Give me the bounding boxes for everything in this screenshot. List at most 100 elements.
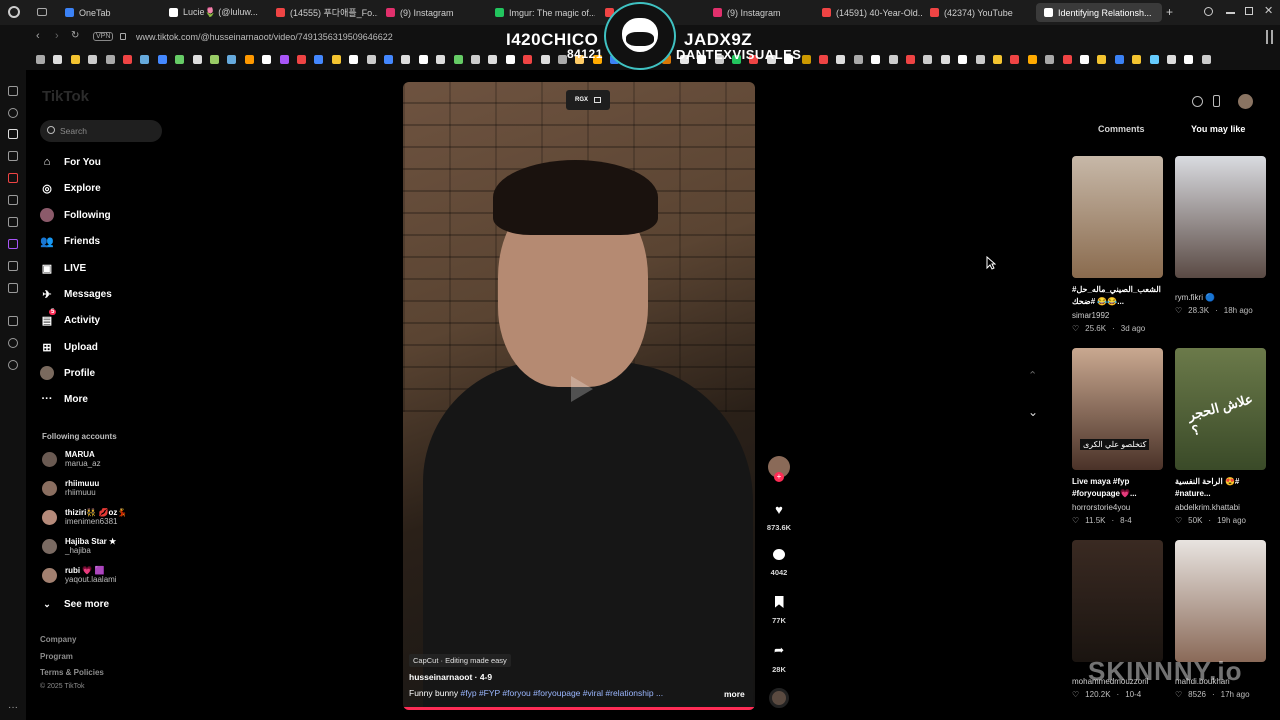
opera-logo-icon[interactable] bbox=[8, 6, 20, 18]
sidebar-home-icon[interactable] bbox=[8, 86, 18, 96]
video-author[interactable]: husseinarnaoot · 4-9 bbox=[409, 672, 492, 682]
footer-link[interactable]: Terms & Policies bbox=[40, 668, 104, 677]
bookmark-icon[interactable] bbox=[505, 55, 515, 64]
sidebar-item-upload[interactable]: ⊞ Upload bbox=[40, 340, 98, 354]
bookmark-icon[interactable] bbox=[1097, 55, 1107, 64]
bookmark-icon[interactable] bbox=[384, 55, 393, 64]
browser-tab[interactable]: (14591) 40-Year-Old... bbox=[814, 3, 922, 22]
bookmark-icon[interactable] bbox=[53, 55, 63, 64]
user-avatar[interactable] bbox=[1238, 94, 1253, 109]
video-player[interactable] bbox=[403, 82, 755, 710]
bookmark-icon[interactable] bbox=[140, 55, 150, 64]
tab-list-icon[interactable] bbox=[37, 8, 47, 16]
bookmark-icon[interactable] bbox=[1184, 55, 1194, 64]
bookmark-icon[interactable] bbox=[853, 55, 863, 64]
bookmark-icon[interactable] bbox=[1149, 55, 1159, 64]
bookmark-icon[interactable] bbox=[888, 55, 898, 64]
following-account[interactable]: thiziri👯 💋oz💃 imenimen6381 bbox=[42, 508, 127, 526]
reload-icon[interactable]: ↻ bbox=[71, 30, 79, 41]
sidebar-item-explore[interactable]: ◎ Explore bbox=[40, 181, 101, 195]
browser-tab[interactable]: Lucie🌷 (@luluw... bbox=[161, 3, 261, 22]
footer-link[interactable]: Company bbox=[40, 635, 76, 644]
bookmark-icon[interactable] bbox=[1027, 55, 1037, 64]
bookmark-icon[interactable] bbox=[488, 55, 498, 64]
bookmark-icon[interactable] bbox=[123, 55, 132, 64]
browser-tab[interactable]: (9) Instagram bbox=[705, 3, 807, 22]
bookmark-icon[interactable] bbox=[1045, 55, 1055, 64]
sidebar-tiktok-icon[interactable] bbox=[8, 129, 18, 139]
suggested-video-card[interactable]: كتخلصو علي الكرى Live maya #fyp #foryoupa… bbox=[1072, 348, 1163, 525]
bookmark-icon[interactable] bbox=[157, 55, 167, 64]
music-disc-icon[interactable] bbox=[769, 688, 789, 708]
compass-icon[interactable] bbox=[1192, 96, 1203, 107]
following-account[interactable]: rhiimuuu rhiimuuu bbox=[42, 479, 99, 497]
bookmark-icon[interactable] bbox=[227, 55, 237, 64]
bookmark-icon[interactable] bbox=[349, 55, 359, 64]
browser-tab[interactable]: OneTab bbox=[57, 3, 147, 22]
sidebar-item-more[interactable]: ··· More bbox=[40, 392, 88, 406]
bookmark-icon[interactable] bbox=[331, 55, 341, 64]
play-icon[interactable] bbox=[563, 372, 597, 406]
browser-tab[interactable]: Imgur: The magic of... bbox=[487, 3, 595, 22]
bookmark-icon[interactable] bbox=[1062, 55, 1072, 64]
browser-tab[interactable]: (14555) 푸다애플_Fo... bbox=[268, 3, 378, 22]
bookmark-icon[interactable] bbox=[88, 55, 98, 64]
bookmark-icon[interactable] bbox=[418, 55, 428, 64]
restore-icon[interactable] bbox=[1245, 7, 1253, 15]
following-account[interactable]: Hajiba Star ★ _hajiba bbox=[42, 537, 116, 555]
video-thumbnail[interactable] bbox=[1072, 156, 1163, 278]
video-top-badge[interactable]: RGX bbox=[566, 90, 610, 110]
comment-action[interactable]: 4042 bbox=[767, 549, 791, 577]
bookmark-icon[interactable] bbox=[1114, 55, 1124, 64]
card-username[interactable]: simar1992 bbox=[1072, 311, 1163, 320]
bookmark-icon[interactable] bbox=[871, 55, 881, 64]
bookmark-icon[interactable] bbox=[1167, 55, 1176, 64]
bookmark-icon[interactable] bbox=[70, 55, 80, 64]
progress-bar[interactable] bbox=[403, 707, 755, 710]
menu-icon[interactable] bbox=[1266, 30, 1273, 44]
sidebar-doc-icon[interactable] bbox=[8, 195, 18, 205]
bookmark-icon[interactable] bbox=[436, 55, 446, 64]
tiktok-logo[interactable]: TikTok bbox=[42, 88, 89, 105]
card-username[interactable]: rym.fikri 🔵 bbox=[1175, 293, 1266, 302]
hashtags[interactable]: #fyp #FYP #foryou #foryoupage #viral #re… bbox=[461, 688, 664, 698]
save-action[interactable]: 77K bbox=[767, 596, 791, 625]
bookmark-icon[interactable] bbox=[244, 55, 254, 64]
sidebar-item-friends[interactable]: 👥 Friends bbox=[40, 234, 100, 248]
forward-icon[interactable]: › bbox=[55, 30, 59, 42]
bookmark-icon[interactable] bbox=[801, 55, 811, 64]
bookmark-icon[interactable] bbox=[175, 55, 185, 64]
music-disc[interactable] bbox=[767, 688, 791, 708]
bookmark-icon[interactable] bbox=[366, 55, 376, 64]
suggested-video-card[interactable]: rym.fikri 🔵 ♡ 28.3K · 18h ago bbox=[1175, 156, 1266, 315]
video-thumbnail[interactable]: كتخلصو علي الكرى bbox=[1072, 348, 1163, 470]
bookmark-icon[interactable] bbox=[471, 55, 480, 64]
tab-comments[interactable]: Comments bbox=[1098, 124, 1145, 134]
bookmark-icon[interactable] bbox=[540, 55, 550, 64]
follow-plus-icon[interactable]: + bbox=[774, 472, 784, 482]
bookmark-icon[interactable] bbox=[958, 55, 968, 64]
device-icon[interactable] bbox=[1213, 95, 1220, 107]
bookmark-icon[interactable] bbox=[210, 55, 219, 64]
bookmark-icon[interactable] bbox=[906, 55, 915, 64]
bookmark-icon[interactable] bbox=[314, 55, 324, 64]
bookmark-icon[interactable] bbox=[558, 55, 567, 64]
bookmark-icon[interactable] bbox=[1201, 55, 1211, 64]
browser-tab[interactable]: Identifying Relationsh... bbox=[1036, 3, 1162, 22]
sidebar-youtube-icon[interactable] bbox=[8, 173, 18, 183]
tab-you-may-like[interactable]: You may like bbox=[1191, 124, 1245, 134]
comment-icon[interactable] bbox=[773, 549, 785, 560]
share-action[interactable]: ➦ 28K bbox=[767, 643, 791, 674]
caption-more-button[interactable]: more bbox=[724, 689, 745, 699]
bookmark-icon[interactable] bbox=[819, 55, 828, 64]
sidebar-item-following[interactable]: Following bbox=[40, 208, 111, 222]
bookmark-icon[interactable] bbox=[105, 55, 115, 64]
bookmark-icon[interactable] bbox=[993, 55, 1002, 64]
vpn-badge[interactable]: VPN bbox=[93, 32, 114, 41]
search-input[interactable]: Search bbox=[40, 120, 162, 142]
scroll-up-icon[interactable]: ⌃ bbox=[1028, 369, 1040, 382]
back-icon[interactable]: ‹ bbox=[36, 30, 40, 42]
sidebar-settings-icon[interactable] bbox=[8, 108, 18, 118]
sidebar-gear-icon[interactable] bbox=[8, 360, 18, 370]
capcut-badge[interactable]: CapCut · Editing made easy bbox=[409, 654, 511, 667]
